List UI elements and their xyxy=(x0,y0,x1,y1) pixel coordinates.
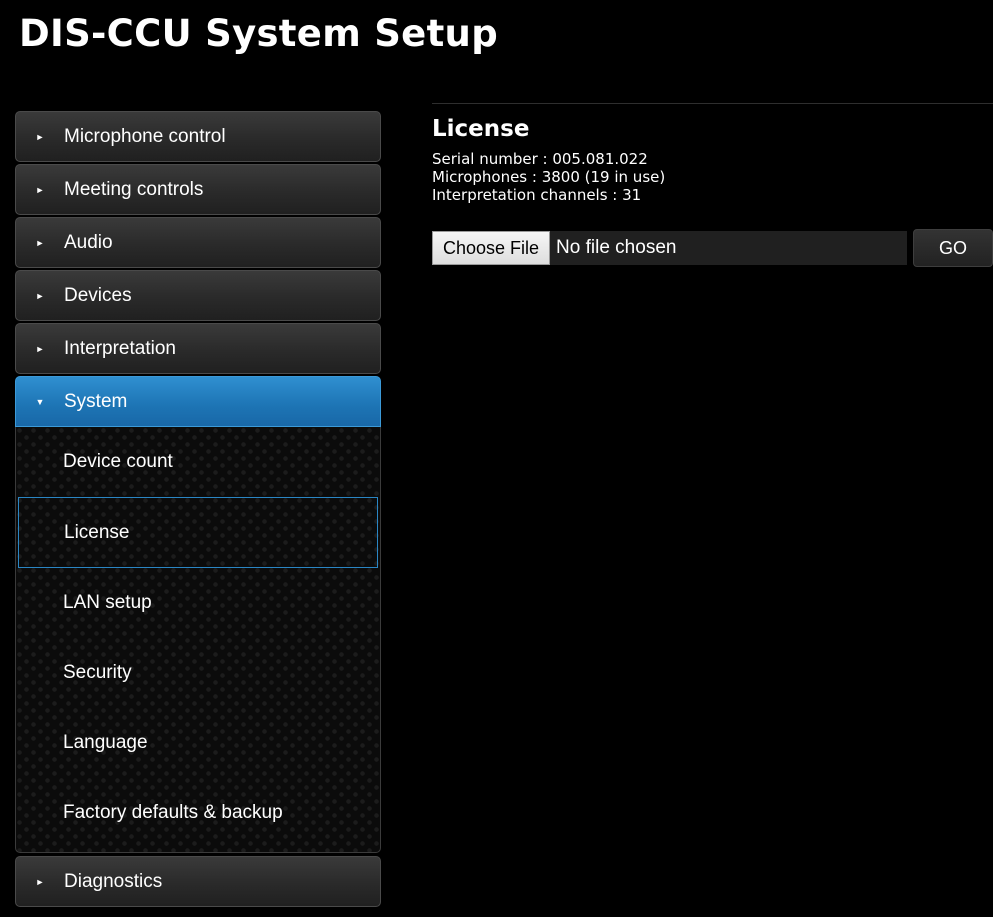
submenu-item-label: Security xyxy=(63,662,132,683)
microphones-text: Microphones : 3800 (19 in use) xyxy=(432,168,666,186)
sidebar-nav: ► Microphone control ► Meeting controls … xyxy=(15,111,381,909)
sidebar-item-meeting-controls[interactable]: ► Meeting controls xyxy=(15,164,381,215)
sidebar-item-label: Devices xyxy=(64,284,132,306)
sidebar-item-label: Diagnostics xyxy=(64,870,163,892)
submenu-item-language[interactable]: Language xyxy=(16,708,380,778)
page-title: License xyxy=(432,116,530,142)
system-submenu: Device count License LAN setup Security … xyxy=(15,427,381,853)
submenu-item-label: Device count xyxy=(63,451,173,472)
caret-right-icon: ► xyxy=(35,290,45,301)
submenu-item-factory-defaults-backup[interactable]: Factory defaults & backup xyxy=(16,778,380,848)
submenu-item-label: License xyxy=(64,521,130,543)
sidebar-item-label: System xyxy=(64,390,128,412)
caret-down-icon: ▼ xyxy=(35,396,45,407)
sidebar-item-devices[interactable]: ► Devices xyxy=(15,270,381,321)
caret-right-icon: ► xyxy=(35,876,45,887)
sidebar-item-label: Meeting controls xyxy=(64,178,204,200)
caret-right-icon: ► xyxy=(35,184,45,195)
go-button[interactable]: GO xyxy=(913,229,993,267)
sidebar-item-label: Microphone control xyxy=(64,125,226,147)
sidebar-item-microphone-control[interactable]: ► Microphone control xyxy=(15,111,381,162)
main-content: License Serial number : 005.081.022 Micr… xyxy=(432,103,993,267)
sidebar-item-system[interactable]: ▼ System xyxy=(15,376,381,427)
caret-right-icon: ► xyxy=(35,131,45,142)
submenu-item-label: Language xyxy=(63,732,148,753)
license-upload-row: Choose File No file chosen GO xyxy=(432,229,993,267)
submenu-item-label: LAN setup xyxy=(63,592,152,613)
choose-file-button[interactable]: Choose File xyxy=(432,231,551,265)
serial-number-text: Serial number : 005.081.022 xyxy=(432,150,648,168)
sidebar-item-label: Audio xyxy=(64,231,113,253)
divider xyxy=(432,103,993,104)
app-title: DIS-CCU System Setup xyxy=(19,12,498,55)
caret-right-icon: ► xyxy=(35,343,45,354)
sidebar-item-audio[interactable]: ► Audio xyxy=(15,217,381,268)
caret-right-icon: ► xyxy=(35,237,45,248)
file-status-text: No file chosen xyxy=(556,237,677,258)
submenu-item-lan-setup[interactable]: LAN setup xyxy=(16,568,380,638)
interpretation-channels-text: Interpretation channels : 31 xyxy=(432,186,642,204)
sidebar-item-diagnostics[interactable]: ► Diagnostics xyxy=(15,856,381,907)
sidebar-item-interpretation[interactable]: ► Interpretation xyxy=(15,323,381,374)
submenu-item-security[interactable]: Security xyxy=(16,638,380,708)
sidebar-item-label: Interpretation xyxy=(64,337,176,359)
submenu-item-device-count[interactable]: Device count xyxy=(16,427,380,497)
submenu-item-label: Factory defaults & backup xyxy=(63,802,283,823)
submenu-item-license[interactable]: License xyxy=(18,497,378,568)
file-input[interactable]: Choose File No file chosen xyxy=(432,231,907,265)
